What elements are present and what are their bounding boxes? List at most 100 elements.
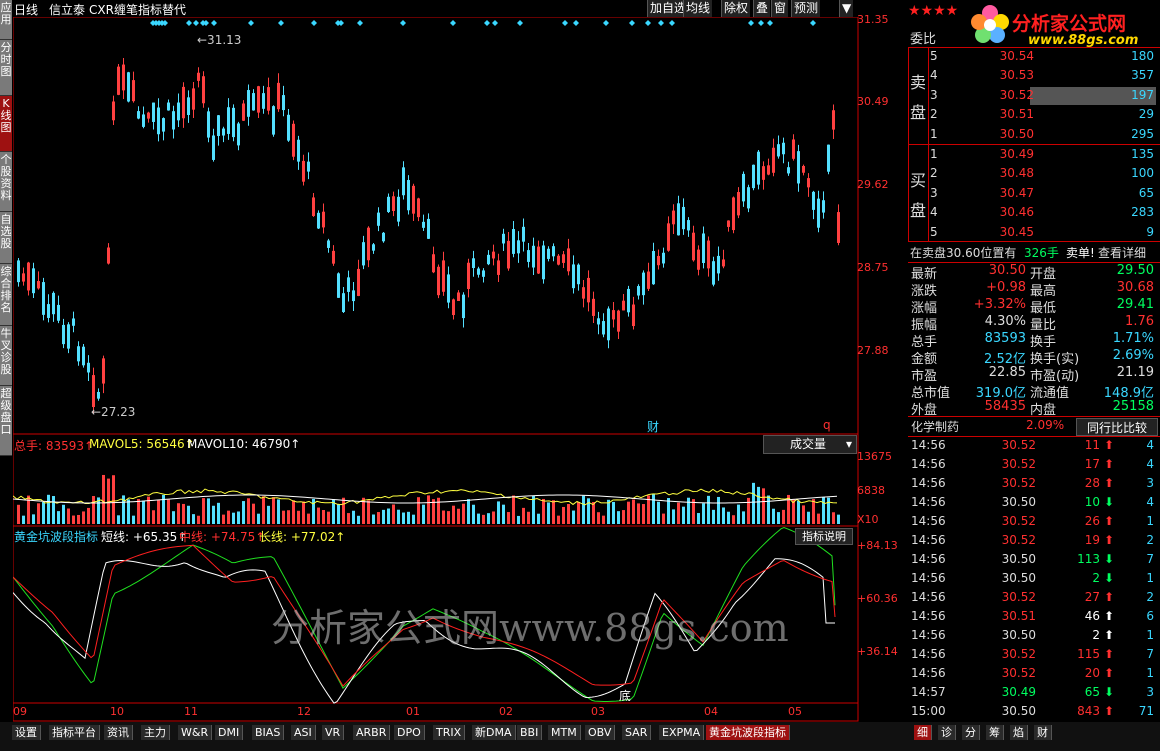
header-button-3[interactable]: 叠 xyxy=(753,0,771,17)
bottom-tab-0[interactable]: 设置 xyxy=(12,725,41,740)
panel-tab-1[interactable]: 诊 xyxy=(938,725,956,740)
panel-tab-4[interactable]: 焰 xyxy=(1010,725,1028,740)
bottom-tab-8[interactable]: VR xyxy=(322,725,345,740)
ind-axis-3: +36.14 xyxy=(857,645,898,658)
bottom-tab-9[interactable]: ARBR xyxy=(353,725,391,740)
quote-cell: 2.69% xyxy=(1112,348,1154,363)
arrow-up-icon: ⬆ xyxy=(1104,457,1115,471)
panel-tab-5[interactable]: 财 xyxy=(1034,725,1052,740)
sell-pr: 30.51 xyxy=(999,107,1034,122)
buy-vol: 100 xyxy=(1131,166,1154,181)
tick-row[interactable]: 14:56 30.50 2 1 ⬇ xyxy=(908,571,1160,590)
tick-row[interactable]: 14:56 30.52 28 3 ⬆ xyxy=(908,476,1160,495)
tick-row[interactable]: 14:56 30.52 115 7 ⬆ xyxy=(908,647,1160,666)
sell-level-5[interactable]: 5 30.54 180 xyxy=(908,49,1160,68)
quote-panel: ★★★★ 分析家公式网 www.88gs.com 委比 卖盘 买盘 5 30.54… xyxy=(908,0,1160,722)
header-button-2[interactable]: 除权 xyxy=(721,0,751,17)
sidebar-tab-7[interactable]: 超级盘口 xyxy=(0,386,12,456)
tick-cell: 30.52 xyxy=(1001,438,1036,452)
sidebar-tab-3[interactable]: 个股资料 xyxy=(0,152,12,212)
tick-row[interactable]: 14:56 30.50 10 4 ⬇ xyxy=(908,495,1160,514)
x-label-7: 04 xyxy=(704,705,718,718)
bottom-tab-5[interactable]: DMI xyxy=(215,725,244,740)
q-marker[interactable]: q xyxy=(823,418,831,432)
vol-axis-1: 13675 xyxy=(857,450,892,463)
watermark: 分析家公式网www.88gs.com xyxy=(271,606,789,650)
tick-row[interactable]: 14:56 30.52 26 1 ⬆ xyxy=(908,514,1160,533)
sector-row[interactable]: 化学制药 2.09% 同行比比较 xyxy=(908,418,1160,436)
quote-cell: 29.50 xyxy=(1116,263,1154,278)
tick-cell: 7 xyxy=(1146,647,1154,661)
sidebar-tab-6[interactable]: 牛叉诊股 xyxy=(0,326,12,386)
tick-cell: 65 xyxy=(1084,685,1100,699)
tick-cell: 30.50 xyxy=(1001,495,1036,509)
bottom-tab-18[interactable]: 黄金坑波段指标 xyxy=(706,725,790,740)
tick-row[interactable]: 14:56 30.52 17 4 ⬆ xyxy=(908,457,1160,476)
menu-arrow-icon[interactable]: ▼ xyxy=(839,0,854,17)
bottom-tab-12[interactable]: 新DMA xyxy=(472,725,516,740)
sell-level-2[interactable]: 2 30.51 29 xyxy=(908,107,1160,126)
tick-row[interactable]: 14:56 30.52 11 4 ⬆ xyxy=(908,438,1160,457)
price-axis-1: 31.35 xyxy=(857,13,889,26)
sidebar-tab-2[interactable]: K线图 xyxy=(0,96,12,152)
bottom-tab-1[interactable]: 指标平台 xyxy=(49,725,100,740)
buy-level-2[interactable]: 2 30.48 100 xyxy=(908,166,1160,185)
chevron-down-icon: ▾ xyxy=(845,437,852,451)
tick-row[interactable]: 14:56 30.50 113 7 ⬇ xyxy=(908,552,1160,571)
tick-cell: 30.52 xyxy=(1001,647,1036,661)
bottom-tab-6[interactable]: BIAS xyxy=(252,725,285,740)
quote-row: 总手 83593 换手 1.71% xyxy=(908,331,1160,350)
header-button-0[interactable]: 加自选 xyxy=(647,0,689,17)
buy-level-5[interactable]: 5 30.45 9 xyxy=(908,225,1160,244)
bottom-tab-4[interactable]: W&R xyxy=(178,725,213,740)
buy-level-1[interactable]: 1 30.49 135 xyxy=(908,147,1160,166)
quote-row: 金额 2.52亿 换手(实) 2.69% xyxy=(908,348,1160,367)
panel-tab-0[interactable]: 细 xyxy=(914,725,932,740)
tick-row[interactable]: 14:57 30.49 65 3 ⬇ xyxy=(908,685,1160,704)
bottom-tab-2[interactable]: 资讯 xyxy=(104,725,133,740)
tick-row[interactable]: 14:56 30.50 2 1 ⬆ xyxy=(908,628,1160,647)
arrow-up-icon: ⬆ xyxy=(1104,533,1115,547)
chart-area[interactable]: 31.35 30.49 29.62 28.75 27.88 ←31.13 ←27… xyxy=(12,13,898,722)
bottom-tab-10[interactable]: DPO xyxy=(394,725,425,740)
bottom-tab-3[interactable]: 主力 xyxy=(141,725,170,740)
tick-cell: 2 xyxy=(1146,590,1154,604)
sell-level-1[interactable]: 1 30.50 295 xyxy=(908,127,1160,146)
indicator-help-button[interactable]: 指标说明 xyxy=(795,528,853,545)
tick-row[interactable]: 14:56 30.52 27 2 ⬆ xyxy=(908,590,1160,609)
bottom-tab-11[interactable]: TRIX xyxy=(433,725,466,740)
buy-level-3[interactable]: 3 30.47 65 xyxy=(908,186,1160,205)
bottom-tab-17[interactable]: EXPMA xyxy=(659,725,705,740)
header-button-1[interactable]: 均线 xyxy=(683,0,713,17)
panel-tab-2[interactable]: 分 xyxy=(962,725,980,740)
finance-marker[interactable]: 财 xyxy=(647,418,659,435)
sidebar-tab-5[interactable]: 综合排名 xyxy=(0,264,12,326)
indicator-name[interactable]: CXR缠笔指标替代 xyxy=(89,1,186,18)
sidebar-tab-4[interactable]: 自选股 xyxy=(0,212,12,264)
tick-row[interactable]: 14:56 30.52 19 2 ⬆ xyxy=(908,533,1160,552)
tick-row[interactable]: 15:00 30.50 843 71 ⬆ xyxy=(908,704,1160,723)
quote-row: 涨跌 +0.98 最高 30.68 xyxy=(908,280,1160,299)
vol-select[interactable]: 成交量 ▾ xyxy=(763,435,857,454)
tick-cell: 30.50 xyxy=(1001,571,1036,585)
tick-row[interactable]: 14:56 30.51 46 6 ⬆ xyxy=(908,609,1160,628)
tick-row[interactable]: 14:56 30.52 20 1 ⬆ xyxy=(908,666,1160,685)
bottom-tab-7[interactable]: ASI xyxy=(291,725,316,740)
tick-cell: 843 xyxy=(1077,704,1100,718)
compare-button[interactable]: 同行比比较 xyxy=(1076,418,1158,436)
sell-level-4[interactable]: 4 30.53 357 xyxy=(908,68,1160,87)
header-button-4[interactable]: 窗 xyxy=(771,0,789,17)
header-button-5[interactable]: 预测 xyxy=(791,0,821,17)
order-info[interactable]: 在卖盘30.60位置有 326手 卖单! 查看详细 xyxy=(908,244,1160,262)
bottom-tab-15[interactable]: OBV xyxy=(585,725,616,740)
period-label[interactable]: 日线 xyxy=(14,1,38,18)
sell-level-3[interactable]: 3 30.52 197 xyxy=(908,88,1160,107)
panel-tab-3[interactable]: 筹 xyxy=(986,725,1004,740)
sidebar-tab-1[interactable]: 分时图 xyxy=(0,40,12,96)
buy-level-4[interactable]: 4 30.46 283 xyxy=(908,205,1160,224)
bottom-tab-16[interactable]: SAR xyxy=(622,725,652,740)
bottom-tab-13[interactable]: BBI xyxy=(517,725,543,740)
sidebar-tab-0[interactable]: 应用 xyxy=(0,0,12,40)
buy-pr: 30.49 xyxy=(999,147,1034,161)
bottom-tab-14[interactable]: MTM xyxy=(548,725,581,740)
